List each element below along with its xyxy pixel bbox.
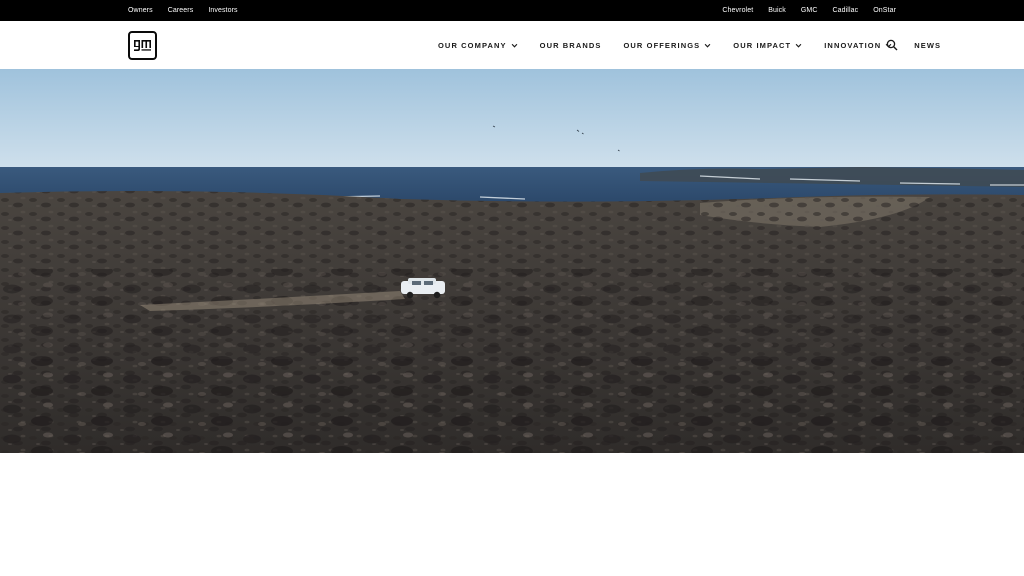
search-icon[interactable] bbox=[886, 39, 898, 51]
hero-video[interactable] bbox=[0, 69, 1024, 453]
gm-logo-mark bbox=[134, 40, 151, 51]
utility-link-investors[interactable]: Investors bbox=[208, 7, 237, 14]
nav-our-brands[interactable]: OUR BRANDS bbox=[540, 41, 602, 50]
hero-landscape-image bbox=[0, 69, 1024, 453]
brand-link-chevrolet[interactable]: Chevrolet bbox=[722, 7, 753, 14]
nav-label: OUR COMPANY bbox=[438, 40, 507, 50]
nav-label: INNOVATION bbox=[824, 40, 882, 50]
utility-bar: Owners Careers Investors Chevrolet Buick… bbox=[0, 0, 1024, 21]
nav-innovation[interactable]: INNOVATION bbox=[824, 41, 892, 50]
nav-label: OUR BRANDS bbox=[539, 40, 602, 50]
utility-link-owners[interactable]: Owners bbox=[128, 7, 153, 14]
utility-links-right: Chevrolet Buick GMC Cadillac OnStar bbox=[707, 0, 896, 21]
nav-label: OUR IMPACT bbox=[733, 40, 792, 50]
brand-link-gmc[interactable]: GMC bbox=[801, 7, 818, 14]
brand-link-cadillac[interactable]: Cadillac bbox=[833, 7, 859, 14]
utility-links-left: Owners Careers Investors bbox=[128, 0, 253, 21]
main-nav: OUR COMPANY OUR BRANDS OUR OFFERINGS OUR… bbox=[438, 21, 941, 69]
nav-our-offerings[interactable]: OUR OFFERINGS bbox=[623, 41, 711, 50]
nav-our-impact[interactable]: OUR IMPACT bbox=[733, 41, 802, 50]
chevron-down-icon bbox=[795, 43, 802, 48]
utility-link-careers[interactable]: Careers bbox=[168, 7, 194, 14]
brand-link-onstar[interactable]: OnStar bbox=[873, 7, 896, 14]
nav-label: OUR OFFERINGS bbox=[623, 40, 701, 50]
chevron-down-icon bbox=[704, 43, 711, 48]
chevron-down-icon bbox=[511, 43, 517, 48]
nav-label: NEWS bbox=[914, 40, 942, 50]
gm-logo[interactable] bbox=[128, 31, 157, 60]
nav-our-company[interactable]: OUR COMPANY bbox=[438, 41, 518, 50]
brand-link-buick[interactable]: Buick bbox=[768, 7, 786, 14]
nav-news[interactable]: NEWS bbox=[914, 41, 941, 50]
main-header: OUR COMPANY OUR BRANDS OUR OFFERINGS OUR… bbox=[0, 21, 1024, 69]
